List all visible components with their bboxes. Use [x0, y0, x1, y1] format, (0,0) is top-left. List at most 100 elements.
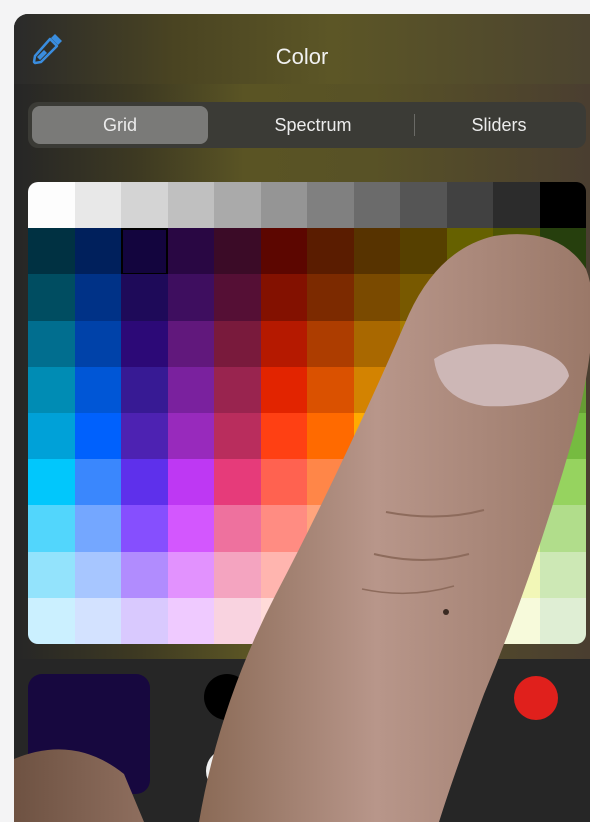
color-cell-r1-c5[interactable]: [260, 228, 308, 276]
color-cell-r6-c7[interactable]: [353, 459, 401, 507]
color-cell-r0-c9[interactable]: [446, 182, 494, 229]
color-cell-r0-c0[interactable]: [28, 182, 75, 229]
color-cell-r3-c1[interactable]: [74, 320, 122, 368]
color-cell-r4-c7[interactable]: [353, 366, 401, 414]
color-cell-r1-c9[interactable]: [446, 228, 494, 276]
color-cell-r6-c4[interactable]: [214, 459, 261, 507]
color-cell-r1-c8[interactable]: [400, 228, 447, 276]
favorite-white-swatch[interactable]: [206, 749, 250, 793]
color-cell-r7-c10[interactable]: [493, 505, 540, 553]
color-cell-r1-c6[interactable]: [307, 228, 354, 276]
color-cell-r0-c6[interactable]: [307, 182, 354, 229]
color-cell-r4-c8[interactable]: [400, 366, 447, 414]
color-cell-r6-c5[interactable]: [260, 459, 308, 507]
color-cell-r4-c11[interactable]: [539, 366, 586, 414]
color-cell-r5-c2[interactable]: [121, 413, 168, 460]
color-cell-r5-c1[interactable]: [74, 413, 122, 460]
color-cell-r9-c11[interactable]: [539, 597, 586, 644]
color-cell-r5-c6[interactable]: [307, 413, 354, 460]
color-cell-r4-c3[interactable]: [167, 366, 215, 414]
tab-grid[interactable]: Grid: [32, 106, 208, 144]
color-cell-r7-c2[interactable]: [121, 505, 168, 553]
color-cell-r8-c6[interactable]: [307, 551, 354, 599]
color-cell-r8-c4[interactable]: [214, 551, 261, 599]
color-cell-r6-c11[interactable]: [539, 459, 586, 507]
color-cell-r4-c5[interactable]: [260, 366, 308, 414]
color-cell-r6-c1[interactable]: [74, 459, 122, 507]
color-cell-r3-c7[interactable]: [353, 320, 401, 368]
color-cell-r2-c10[interactable]: [493, 274, 540, 322]
color-cell-r1-c3[interactable]: [167, 228, 215, 276]
color-cell-r7-c9[interactable]: [446, 505, 494, 553]
color-cell-r0-c8[interactable]: [400, 182, 447, 229]
color-cell-r2-c0[interactable]: [28, 274, 75, 322]
color-cell-r9-c7[interactable]: [353, 597, 401, 644]
color-cell-r5-c7[interactable]: [353, 413, 401, 460]
color-cell-r7-c0[interactable]: [28, 505, 75, 553]
color-cell-r7-c3[interactable]: [167, 505, 215, 553]
color-cell-r8-c10[interactable]: [493, 551, 540, 599]
color-cell-r4-c4[interactable]: [214, 366, 261, 414]
favorite-red-swatch[interactable]: [514, 676, 558, 720]
color-cell-r7-c6[interactable]: [307, 505, 354, 553]
color-cell-r2-c9[interactable]: [446, 274, 494, 322]
color-cell-r7-c1[interactable]: [74, 505, 122, 553]
color-cell-r6-c8[interactable]: [400, 459, 447, 507]
color-cell-r0-c4[interactable]: [214, 182, 261, 229]
color-cell-r5-c4[interactable]: [214, 413, 261, 460]
color-cell-r9-c8[interactable]: [400, 597, 447, 644]
color-cell-r1-c1[interactable]: [74, 228, 122, 276]
color-cell-r6-c6[interactable]: [307, 459, 354, 507]
color-cell-r7-c4[interactable]: [214, 505, 261, 553]
color-cell-r3-c9[interactable]: [446, 320, 494, 368]
color-cell-r1-c7[interactable]: [353, 228, 401, 276]
color-cell-r2-c4[interactable]: [214, 274, 261, 322]
color-cell-r7-c7[interactable]: [353, 505, 401, 553]
color-cell-r5-c11[interactable]: [539, 413, 586, 460]
color-cell-r8-c11[interactable]: [539, 551, 586, 599]
color-cell-r8-c9[interactable]: [446, 551, 494, 599]
color-cell-r6-c3[interactable]: [167, 459, 215, 507]
current-color-swatch[interactable]: [28, 674, 150, 794]
color-cell-r2-c3[interactable]: [167, 274, 215, 322]
color-cell-r8-c0[interactable]: [28, 551, 75, 599]
color-cell-r4-c6[interactable]: [307, 366, 354, 414]
color-cell-r2-c7[interactable]: [353, 274, 401, 322]
color-cell-r9-c6[interactable]: [307, 597, 354, 644]
color-cell-r3-c5[interactable]: [260, 320, 308, 368]
color-cell-r8-c1[interactable]: [74, 551, 122, 599]
color-cell-r8-c7[interactable]: [353, 551, 401, 599]
color-cell-r3-c8[interactable]: [400, 320, 447, 368]
color-cell-r0-c1[interactable]: [74, 182, 122, 229]
color-cell-r8-c2[interactable]: [121, 551, 168, 599]
color-cell-r1-c0[interactable]: [28, 228, 75, 276]
color-cell-r8-c8[interactable]: [400, 551, 447, 599]
color-cell-r5-c9[interactable]: [446, 413, 494, 460]
color-cell-r3-c4[interactable]: [214, 320, 261, 368]
color-cell-r6-c9[interactable]: [446, 459, 494, 507]
color-cell-r4-c10[interactable]: [493, 366, 540, 414]
color-cell-r0-c5[interactable]: [260, 182, 308, 229]
color-cell-r5-c3[interactable]: [167, 413, 215, 460]
color-cell-r2-c5[interactable]: [260, 274, 308, 322]
color-cell-r7-c8[interactable]: [400, 505, 447, 553]
color-cell-r5-c10[interactable]: [493, 413, 540, 460]
color-cell-r1-c4[interactable]: [214, 228, 261, 276]
color-cell-r3-c3[interactable]: [167, 320, 215, 368]
color-cell-r9-c9[interactable]: [446, 597, 494, 644]
tab-sliders[interactable]: Sliders: [416, 106, 582, 144]
color-cell-r6-c0[interactable]: [28, 459, 75, 507]
color-cell-r2-c11[interactable]: [539, 274, 586, 322]
color-cell-r4-c0[interactable]: [28, 366, 75, 414]
color-cell-r7-c5[interactable]: [260, 505, 308, 553]
color-cell-r2-c8[interactable]: [400, 274, 447, 322]
color-cell-r3-c11[interactable]: [539, 320, 586, 368]
color-cell-r6-c2[interactable]: [121, 459, 168, 507]
color-cell-r5-c5[interactable]: [260, 413, 308, 460]
color-cell-r7-c11[interactable]: [539, 505, 586, 553]
color-cell-r4-c1[interactable]: [74, 366, 122, 414]
color-cell-r6-c10[interactable]: [493, 459, 540, 507]
color-cell-r3-c6[interactable]: [307, 320, 354, 368]
color-cell-r1-c10[interactable]: [493, 228, 540, 276]
color-cell-r9-c0[interactable]: [28, 597, 75, 644]
